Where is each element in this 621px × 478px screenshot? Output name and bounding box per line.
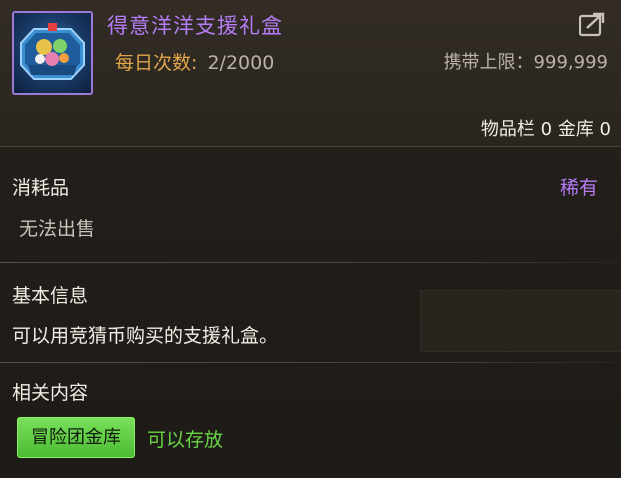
background-decoration (420, 290, 621, 352)
item-name: 得意洋洋支援礼盒 (107, 14, 283, 38)
sell-status: 无法出售 (19, 218, 96, 240)
item-rarity: 稀有 (559, 177, 598, 199)
basic-info-title: 基本信息 (12, 285, 89, 307)
daily-usage-value: 2/2000 (207, 52, 275, 74)
inventory-count: 物品栏 0 金库 0 (480, 119, 611, 140)
storable-status: 可以存放 (147, 429, 224, 451)
adventure-team-storage-button[interactable]: 冒险团金库 (17, 417, 135, 458)
carry-limit: 携带上限：999,999 (443, 52, 608, 73)
section-divider (0, 362, 621, 363)
item-description: 可以用竞猜币购买的支援礼盒。 (12, 325, 279, 347)
daily-usage: 每日次数: 2/2000 (115, 48, 274, 75)
daily-usage-label: 每日次数: (115, 52, 198, 74)
item-type: 消耗品 (12, 177, 70, 199)
gift-box-icon (12, 11, 93, 95)
related-title: 相关内容 (12, 382, 89, 404)
section-divider (0, 262, 621, 263)
tooltip-header: 得意洋洋支援礼盒 每日次数: 2/2000 携带上限：999,999 物品栏 0… (0, 0, 621, 147)
share-icon[interactable] (578, 11, 607, 37)
item-tooltip: 得意洋洋支援礼盒 每日次数: 2/2000 携带上限：999,999 物品栏 0… (0, 0, 621, 478)
